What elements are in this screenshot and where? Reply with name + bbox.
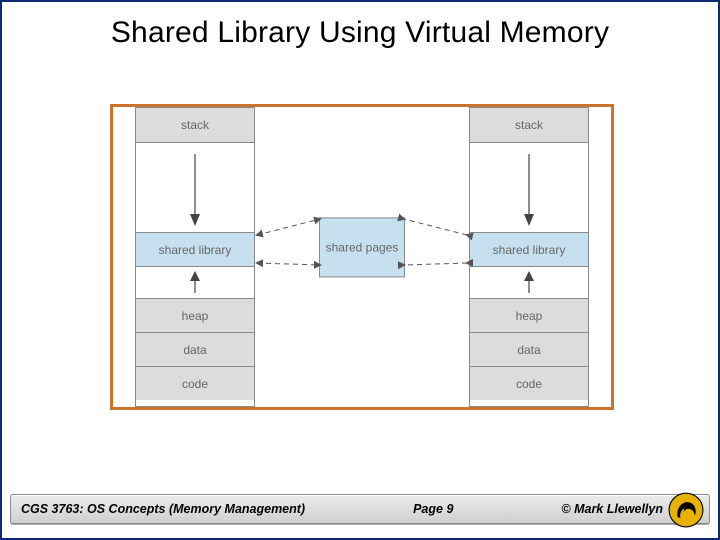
code-segment: code <box>136 366 254 400</box>
footer-page: Page 9 <box>413 502 453 516</box>
footer-course: CGS 3763: OS Concepts (Memory Management… <box>21 502 305 516</box>
footer-author: © Mark Llewellyn <box>561 502 663 516</box>
code-segment: code <box>470 366 588 400</box>
data-segment: data <box>470 332 588 366</box>
shared-library-segment: shared library <box>136 232 254 266</box>
arrow-down-icon <box>188 148 202 228</box>
shared-pages-box: shared pages <box>319 217 405 277</box>
heap-segment: heap <box>470 298 588 332</box>
diagram: stack shared library heap data code stac… <box>110 104 614 410</box>
stack-growth-gap <box>136 142 254 232</box>
slide-title: Shared Library Using Virtual Memory <box>2 2 718 58</box>
stack-segment: stack <box>136 108 254 142</box>
heap-growth-gap <box>470 266 588 298</box>
arrow-down-icon <box>522 148 536 228</box>
arrow-up-icon <box>188 269 202 297</box>
footer-bar: CGS 3763: OS Concepts (Memory Management… <box>10 494 710 524</box>
stack-segment: stack <box>470 108 588 142</box>
shared-library-segment: shared library <box>470 232 588 266</box>
heap-segment: heap <box>136 298 254 332</box>
slide-frame: Shared Library Using Virtual Memory stac… <box>0 0 720 540</box>
heap-growth-gap <box>136 266 254 298</box>
address-space-right: stack shared library heap data code <box>469 107 589 407</box>
arrow-up-icon <box>522 269 536 297</box>
address-space-left: stack shared library heap data code <box>135 107 255 407</box>
ucf-logo-icon <box>668 492 704 528</box>
data-segment: data <box>136 332 254 366</box>
stack-growth-gap <box>470 142 588 232</box>
